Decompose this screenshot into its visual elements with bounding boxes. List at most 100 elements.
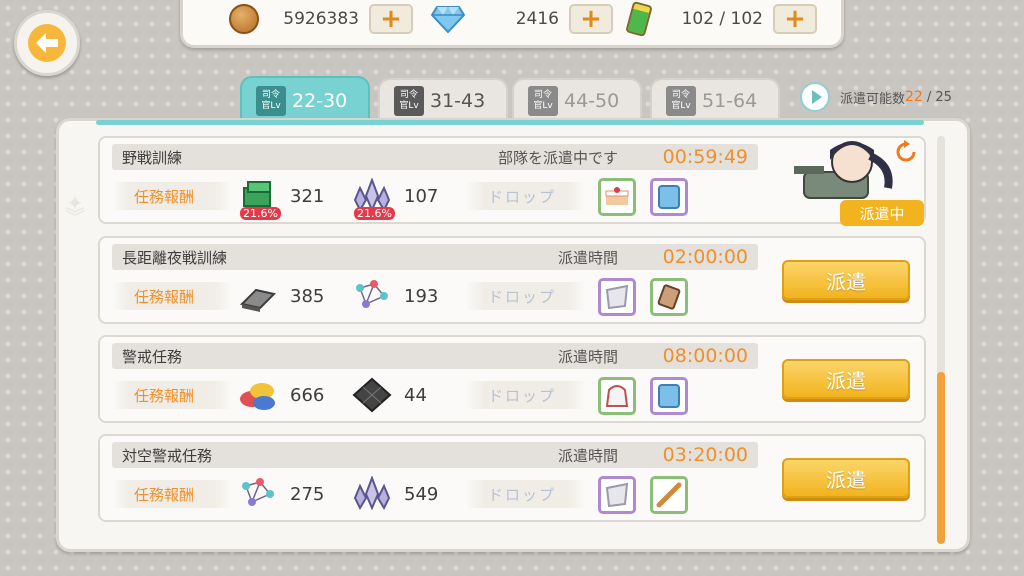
- coin-value: 5926383: [283, 9, 359, 29]
- dispatch-button[interactable]: 派遣: [782, 458, 910, 498]
- cloth-icon[interactable]: [598, 476, 636, 514]
- mission-status: 派遣時間: [557, 248, 618, 267]
- reward-item: 666: [238, 377, 324, 413]
- reward-value: 44: [404, 384, 427, 406]
- mission-row: 警戒任務 派遣時間 08:00:00 任務報酬 666 44 ドロップ 派遣: [98, 335, 926, 423]
- mission-time: 02:00:00: [662, 246, 748, 268]
- ticket-icon[interactable]: [650, 278, 688, 316]
- gem-resource: 2416 +: [431, 2, 613, 36]
- coin-resource: 5926383 +: [229, 2, 413, 36]
- commander-lv-badge: 司令 官Lv: [256, 86, 286, 116]
- commander-lv-badge: 司令 官Lv: [528, 86, 558, 116]
- side-chevron-icon: ✦ ︾: [65, 191, 85, 229]
- reward-value: 385: [290, 285, 325, 307]
- mission-time: 00:59:49: [662, 146, 748, 168]
- reward-value: 321: [290, 185, 325, 207]
- tab-range: 31-43: [430, 90, 486, 112]
- mission-status: 派遣時間: [557, 347, 618, 366]
- reward-label: 任務報酬: [112, 480, 232, 508]
- panel-accent-line: [96, 120, 924, 125]
- mission-name: 野戦訓練: [122, 148, 183, 167]
- mission-name: 長距離夜戦訓練: [122, 248, 228, 267]
- drop-label: ドロップ: [466, 480, 586, 508]
- reward-item: 385: [238, 278, 324, 314]
- tab-31-43[interactable]: 司令 官Lv 31-43: [378, 78, 508, 122]
- gem-icon: [431, 6, 465, 33]
- reward-item: 21.6% 107: [352, 177, 439, 220]
- coin-icon: [229, 4, 259, 34]
- dispatch-button[interactable]: 派遣: [782, 359, 910, 399]
- mission-name: 対空警戒任務: [122, 446, 213, 465]
- mission-header: 野戦訓練 部隊を派遣中です 00:59:49: [112, 144, 758, 170]
- reward-label: 任務報酬: [112, 182, 232, 210]
- stick-icon[interactable]: [650, 476, 688, 514]
- add-gems-button[interactable]: +: [569, 4, 613, 34]
- reward-item: 44: [352, 377, 427, 413]
- dispatching-badge: 派遣中: [840, 200, 924, 226]
- carbon-icon: [352, 377, 392, 413]
- mission-row: 長距離夜戦訓練 派遣時間 02:00:00 任務報酬 385 193 ドロップ …: [98, 236, 926, 324]
- crystal-icon: 21.6%: [352, 177, 395, 220]
- dispatch-count-label: 派遣可能数: [840, 91, 906, 107]
- reward-item: 549: [352, 475, 439, 512]
- tab-range: 44-50: [564, 90, 620, 112]
- mission-name: 警戒任務: [122, 347, 183, 366]
- commander-lv-badge: 司令 官Lv: [394, 86, 424, 116]
- gem-value: 2416: [515, 9, 559, 29]
- play-icon[interactable]: [800, 82, 830, 112]
- blanket-icon[interactable]: [650, 377, 688, 415]
- bonus-badge: 21.6%: [354, 207, 395, 220]
- mission-row: 対空警戒任務 派遣時間 03:20:00 任務報酬 275 549 ドロップ 派…: [98, 434, 926, 522]
- reward-value: 107: [404, 185, 439, 207]
- scrollbar-thumb[interactable]: [937, 372, 945, 544]
- drop-label: ドロップ: [466, 182, 586, 210]
- paint-icon: [238, 377, 278, 413]
- reward-item: 275: [238, 476, 324, 512]
- iron-plate-icon: [238, 278, 278, 314]
- dispatch-button[interactable]: 派遣: [782, 260, 910, 300]
- mission-header: 警戒任務 派遣時間 08:00:00: [112, 343, 758, 369]
- mission-status: 派遣時間: [557, 446, 618, 465]
- bag-icon[interactable]: [598, 377, 636, 415]
- molecule-icon: [238, 476, 278, 512]
- reward-value: 549: [404, 483, 439, 505]
- fuel-resource: 102 / 102 +: [625, 0, 817, 38]
- resource-bar: 5926383 + 2416 + 102 / 102 +: [180, 0, 844, 48]
- bonus-badge: 21.6%: [240, 207, 281, 220]
- drop-label: ドロップ: [466, 282, 586, 310]
- mission-header: 長距離夜戦訓練 派遣時間 02:00:00: [112, 244, 758, 270]
- tab-51-64[interactable]: 司令 官Lv 51-64: [650, 78, 780, 122]
- dispatch-count-total: / 25: [926, 89, 952, 105]
- fuel-icon: [625, 0, 653, 38]
- reward-label: 任務報酬: [112, 282, 232, 310]
- back-button[interactable]: [14, 10, 80, 76]
- add-fuel-button[interactable]: +: [773, 4, 817, 34]
- mission-status: 部隊を派遣中です: [497, 148, 618, 167]
- reward-value: 193: [404, 285, 439, 307]
- mission-time: 03:20:00: [662, 444, 748, 466]
- refresh-icon[interactable]: [894, 140, 918, 164]
- fuel-value: 102 / 102: [681, 9, 763, 29]
- tab-range: 51-64: [702, 90, 758, 112]
- reward-value: 666: [290, 384, 325, 406]
- dispatch-count-current: 22: [905, 89, 923, 105]
- mission-time: 08:00:00: [662, 345, 748, 367]
- tab-44-50[interactable]: 司令 官Lv 44-50: [512, 78, 642, 122]
- reward-value: 275: [290, 483, 325, 505]
- cloth-icon[interactable]: [598, 278, 636, 316]
- mission-row: 野戦訓練 部隊を派遣中です 00:59:49 任務報酬 21.6% 321 21…: [98, 136, 926, 226]
- reward-item: 21.6% 321: [238, 178, 325, 220]
- cake-icon[interactable]: [598, 178, 636, 216]
- reward-item: 193: [352, 278, 438, 314]
- reward-label: 任務報酬: [112, 381, 232, 409]
- drop-label: ドロップ: [466, 381, 586, 409]
- blanket-icon[interactable]: [650, 178, 688, 216]
- mission-header: 対空警戒任務 派遣時間 03:20:00: [112, 442, 758, 468]
- commander-lv-badge: 司令 官Lv: [666, 86, 696, 116]
- steel-icon: 21.6%: [238, 178, 281, 220]
- tab-range: 22-30: [292, 90, 348, 112]
- molecule-icon: [352, 278, 392, 314]
- add-coins-button[interactable]: +: [369, 4, 413, 34]
- tab-22-30[interactable]: 司令 官Lv 22-30: [240, 76, 370, 124]
- back-arrow-icon: [28, 24, 66, 62]
